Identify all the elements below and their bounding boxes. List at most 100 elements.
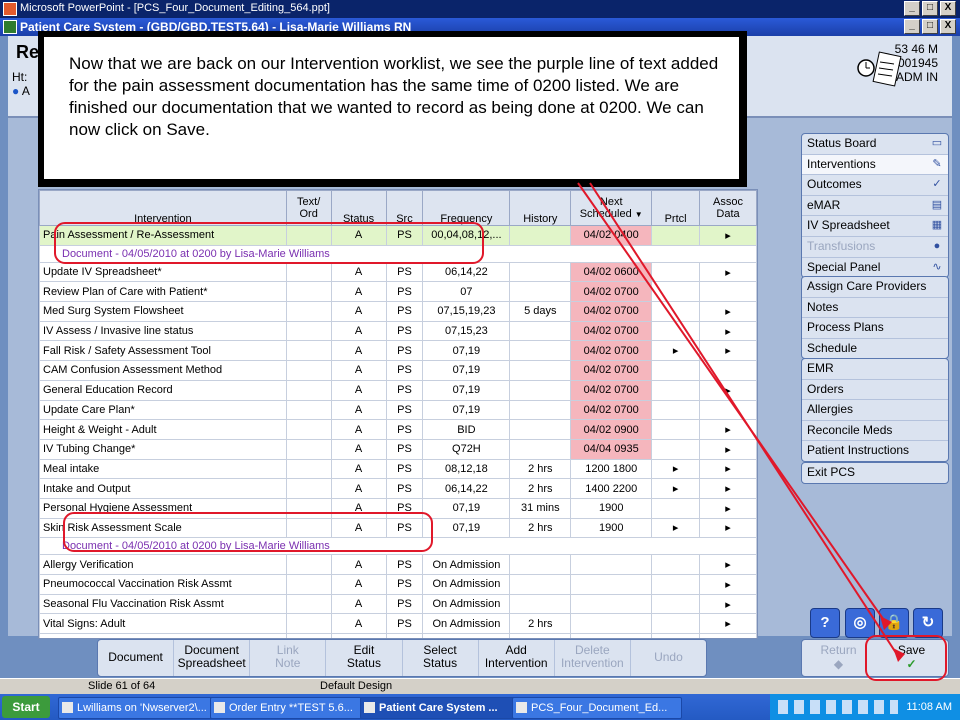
- sidebar-item-emar[interactable]: eMAR ▤: [802, 196, 948, 217]
- cell-status: A: [330, 574, 387, 595]
- taskbar-item-pcs[interactable]: Patient Care System ...: [360, 697, 528, 719]
- help-button[interactable]: ?: [810, 608, 840, 638]
- sidebar-item-reconcile-meds[interactable]: Reconcile Meds: [802, 421, 948, 442]
- cell-frequency: 07,15,19,23: [422, 301, 511, 322]
- table-row[interactable]: Seasonal Flu Vaccination Risk Assmt A PS On…: [39, 593, 757, 615]
- table-row[interactable]: Update Care Plan* A PS 07,19 04/02 0700: [39, 399, 757, 421]
- start-button[interactable]: Start: [2, 696, 50, 718]
- lookup-button[interactable]: ◎: [845, 608, 875, 638]
- table-row[interactable]: IV Assess / Invasive line status A PS 07,15…: [39, 320, 757, 342]
- sidebar-item-schedule[interactable]: Schedule: [802, 339, 948, 359]
- cell-prtcl: [651, 225, 701, 246]
- button-label-line1: Undo: [654, 650, 683, 664]
- table-row[interactable]: Personal Hygiene Assessment A PS 07,19 31 mi…: [39, 497, 757, 519]
- sidebar-item-label: Allergies: [807, 402, 854, 417]
- sidebar-item-emr[interactable]: EMR: [802, 359, 948, 380]
- button-label-line2: Status: [346, 656, 381, 670]
- sidebar-item-special-panel[interactable]: Special Panel ∿: [802, 258, 948, 278]
- tray-icons[interactable]: [778, 700, 898, 714]
- app-close-button[interactable]: X: [940, 19, 956, 34]
- table-row[interactable]: Skin Risk Assessment Scale A PS 07,19 2 hrs 1…: [39, 517, 757, 539]
- select-status-button[interactable]: Select Status: [403, 640, 479, 676]
- document-button[interactable]: Document: [98, 640, 175, 676]
- save-label: Save: [897, 643, 926, 657]
- document-entry-row[interactable]: Document - 04/05/2010 at 0200 by Lisa-Ma…: [39, 537, 757, 556]
- sidebar-item-orders[interactable]: Orders: [802, 380, 948, 401]
- sidebar-item-label: Transfusions: [807, 238, 876, 253]
- taskbar-item-powerpoint[interactable]: PCS_Four_Document_Ed...: [512, 697, 682, 719]
- col-assoc-data[interactable]: Assoc Data: [699, 190, 757, 226]
- sidebar-item-label: Notes: [807, 299, 839, 314]
- sidebar-item-patient-instructions[interactable]: Patient Instructions: [802, 441, 948, 461]
- app-maximize-button[interactable]: □: [922, 19, 938, 34]
- document-spreadsheet-button[interactable]: Document Spreadsheet: [174, 640, 251, 676]
- sidebar-item-transfusions[interactable]: Transfusions ●: [802, 237, 948, 258]
- cell-assoc-data: ▸: [699, 458, 757, 480]
- col-status[interactable]: Status: [330, 190, 387, 226]
- sidebar-item-process-plans[interactable]: Process Plans: [802, 318, 948, 339]
- link-note-button[interactable]: Link Note: [250, 640, 327, 676]
- cell-next-scheduled: [570, 554, 653, 575]
- maximize-button[interactable]: □: [922, 1, 938, 16]
- table-row[interactable]: Height & Weight - Adult A PS BID 04/02 0900 ▸: [39, 419, 757, 440]
- table-row[interactable]: General Education Record A PS 07,19 04/02 07…: [39, 379, 757, 401]
- return-button[interactable]: Return ◆: [802, 640, 875, 676]
- col-prtcl[interactable]: Prtcl: [651, 190, 701, 226]
- table-row[interactable]: CAM Confusion Assessment Method A PS 07,19 0…: [39, 360, 757, 381]
- sidebar-item-outcomes[interactable]: Outcomes ✓: [802, 175, 948, 196]
- table-row[interactable]: Intake and Output A PS 06,14,22 2 hrs 1400 22…: [39, 478, 757, 499]
- sidebar-item-iv-spreadsheet[interactable]: IV Spreadsheet ▦: [802, 216, 948, 237]
- col-history[interactable]: History: [509, 190, 572, 226]
- sidebar-item-exit-pcs[interactable]: Exit PCS: [802, 463, 948, 483]
- lock-button[interactable]: 🔒: [879, 608, 909, 638]
- col-frequency[interactable]: Frequency: [422, 190, 511, 226]
- close-button[interactable]: X: [940, 1, 956, 16]
- cell-assoc-data: ▸: [699, 225, 757, 246]
- sidebar-item-notes[interactable]: Notes: [802, 298, 948, 319]
- minimize-button[interactable]: _: [904, 1, 920, 16]
- table-row[interactable]: Vital Signs: Adult A PS On Admission 2 hrs ▸: [39, 613, 757, 635]
- app-minimize-button[interactable]: _: [904, 19, 920, 34]
- table-row[interactable]: Update IV Spreadsheet* A PS 06,14,22 04/02 0…: [39, 261, 757, 283]
- table-row[interactable]: IV Tubing Change* A PS Q72H 04/04 0935 ▸: [39, 438, 757, 460]
- sidebar-item-allergies[interactable]: Allergies: [802, 400, 948, 421]
- col-intervention[interactable]: Intervention: [39, 190, 287, 226]
- cell-history: [509, 554, 572, 575]
- delete-intervention-button[interactable]: Delete Intervention: [555, 640, 631, 676]
- table-row[interactable]: Meal intake A PS 08,12,18 2 hrs 1200 1800 ▸ ▸: [39, 458, 757, 480]
- table-row[interactable]: Med Surg System Flowsheet A PS 07,15,19,23 5…: [39, 301, 757, 322]
- sidebar-item-label: Patient Instructions: [807, 443, 910, 458]
- document-entry-text: Document - 04/05/2010 at 0200 by Lisa-Ma…: [39, 537, 757, 556]
- cell-text-ord: [285, 379, 332, 401]
- col-text-ord[interactable]: Text/ Ord: [285, 190, 332, 226]
- cell-history: 2 hrs: [509, 458, 572, 480]
- table-row[interactable]: Pain Assessment / Re-Assessment A PS 00,04,…: [39, 225, 757, 246]
- taskbar-item-order-entry[interactable]: Order Entry **TEST 5.6...: [210, 697, 376, 719]
- table-row[interactable]: Allergy Verification A PS On Admission ▸: [39, 554, 757, 575]
- cell-frequency: 06,14,22: [422, 261, 511, 283]
- cell-assoc-data: [699, 281, 757, 303]
- refresh-button[interactable]: ↻: [913, 608, 943, 638]
- cell-frequency: 00,04,08,12,...: [422, 225, 511, 246]
- table-row[interactable]: Review Plan of Care with Patient* A PS 07 04…: [39, 281, 757, 303]
- table-row[interactable]: Pneumococcal Vaccination Risk Assmt A PS On…: [39, 574, 757, 595]
- cell-assoc-data: ▸: [699, 497, 757, 519]
- cell-src: PS: [385, 261, 424, 283]
- document-entry-row[interactable]: Document - 04/05/2010 at 0200 by Lisa-Ma…: [39, 244, 757, 263]
- taskbar-item-lwilliams[interactable]: Lwilliams on 'Nwserver2\...: [58, 697, 226, 719]
- sidebar-item-interventions[interactable]: Interventions ✎: [802, 154, 948, 176]
- col-next-scheduled[interactable]: Next Scheduled ▼: [570, 190, 653, 226]
- cell-text-ord: [285, 399, 332, 421]
- edit-status-button[interactable]: Edit Status: [326, 640, 403, 676]
- return-label: Return: [820, 643, 857, 657]
- sidebar-item-status-board[interactable]: Status Board ▭: [802, 134, 948, 155]
- save-button[interactable]: Save ✓: [875, 640, 948, 676]
- cell-frequency: 07,19: [422, 399, 511, 421]
- sidebar-item-assign-care-providers[interactable]: Assign Care Providers: [802, 277, 948, 298]
- col-src[interactable]: Src: [385, 190, 424, 226]
- table-row[interactable]: Fall Risk / Safety Assessment Tool A PS 07,…: [39, 340, 757, 362]
- add-intervention-button[interactable]: Add Intervention: [479, 640, 555, 676]
- undo-button[interactable]: Undo: [631, 640, 706, 676]
- cell-history: [509, 379, 572, 401]
- cell-frequency: 07,19: [422, 340, 511, 362]
